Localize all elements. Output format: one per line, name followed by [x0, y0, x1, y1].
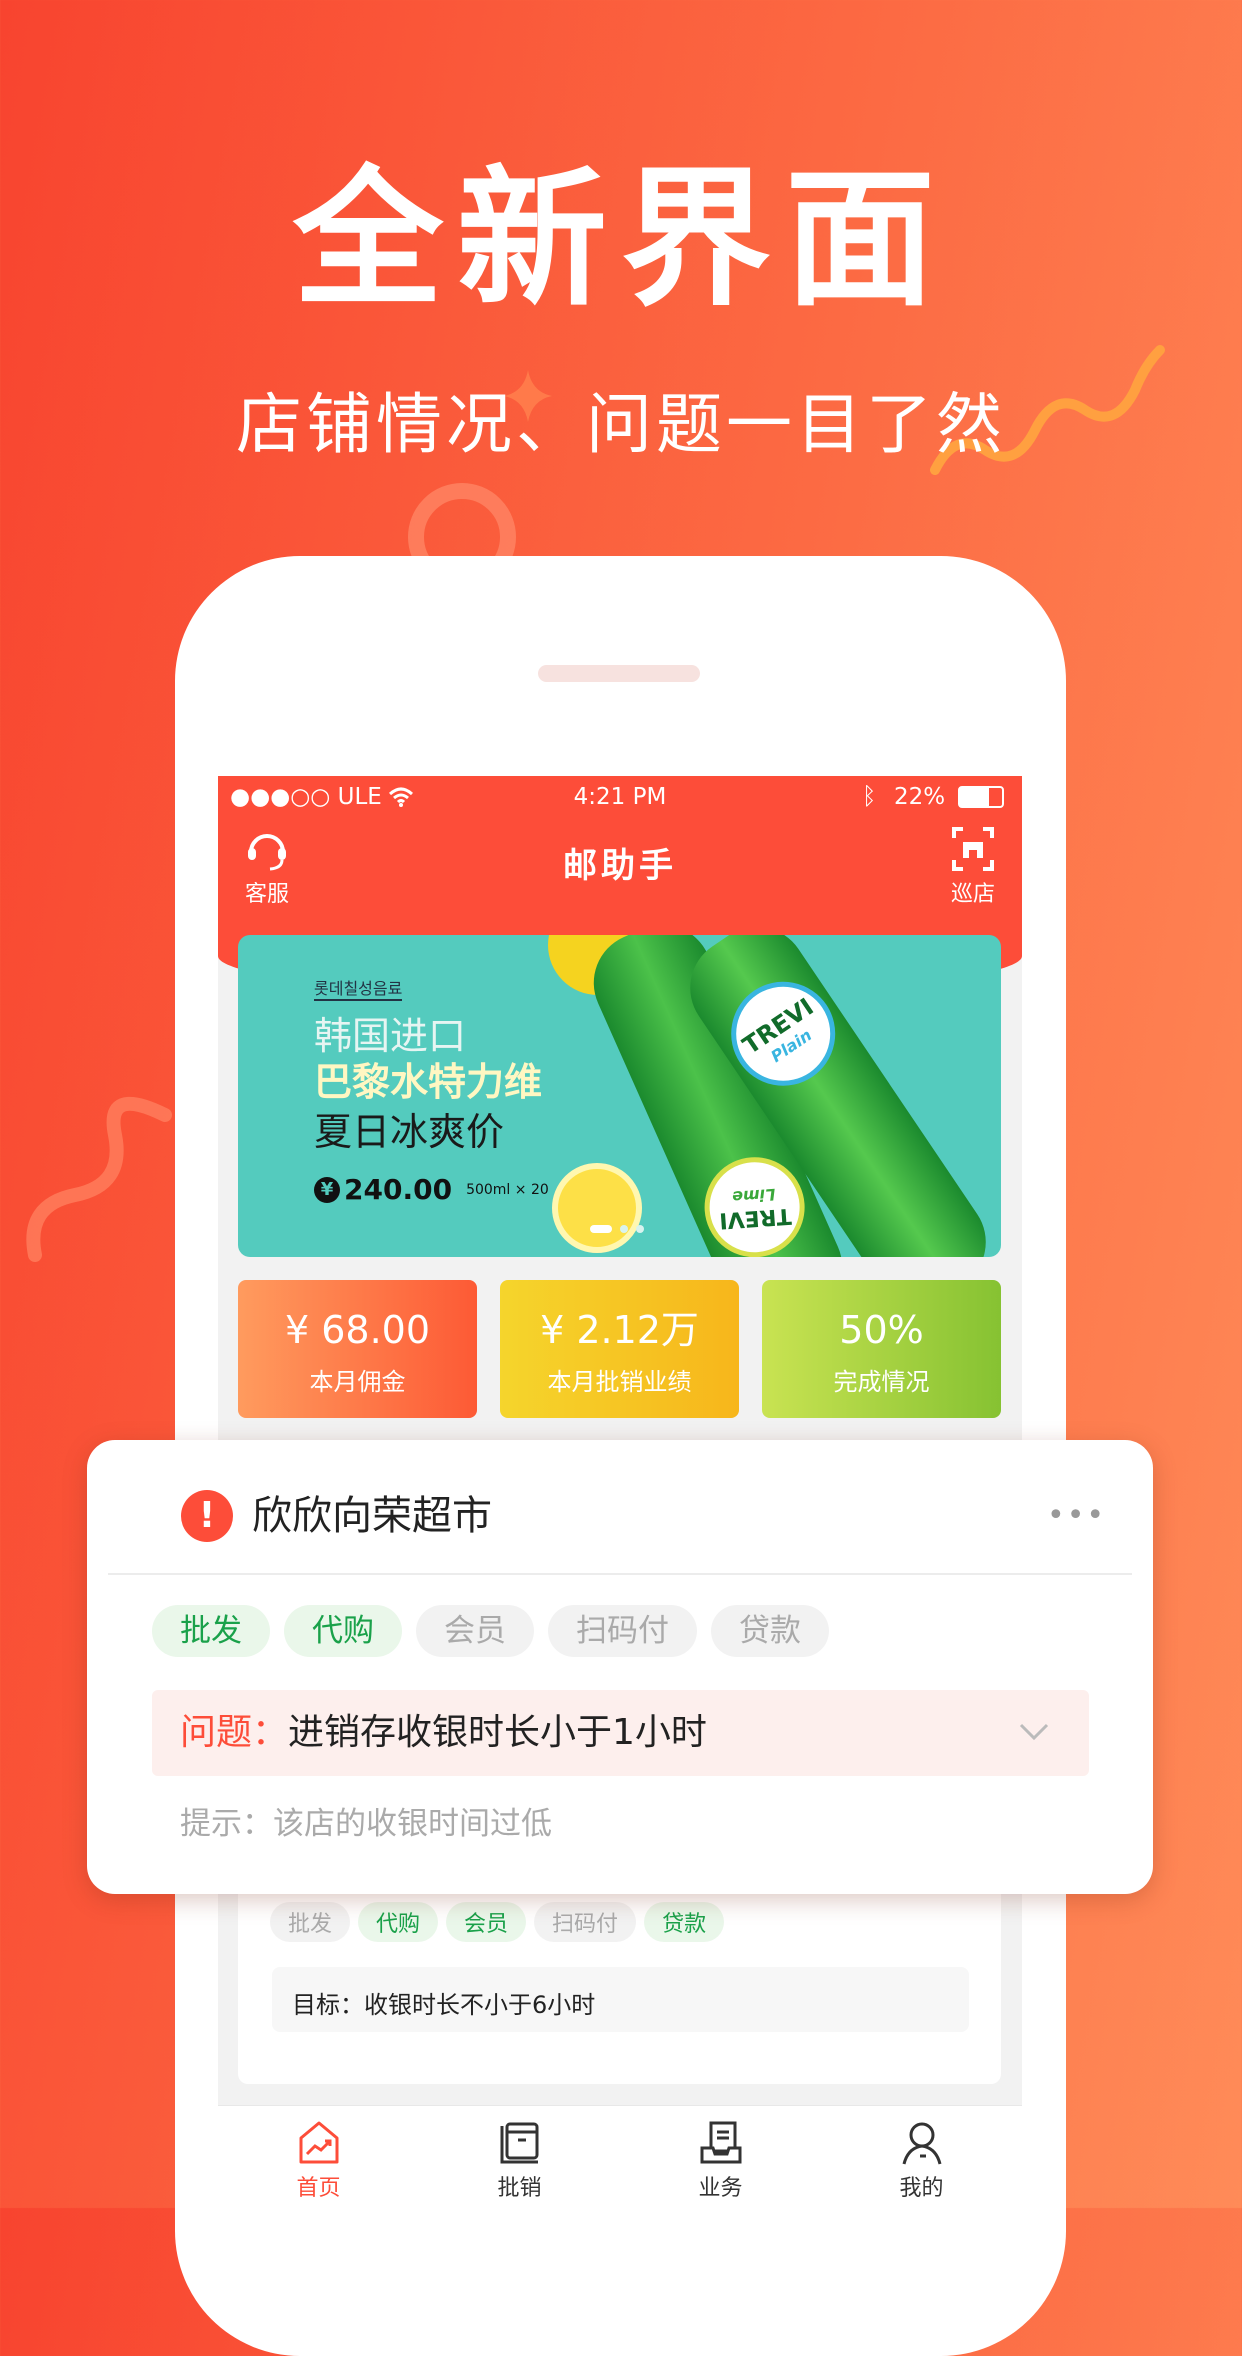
- banner-line3: 夏日冰爽价: [314, 1110, 505, 1154]
- tag-purchasing: 代购: [284, 1605, 402, 1657]
- user-icon: [902, 2122, 941, 2165]
- phone-speaker: [538, 665, 700, 682]
- tab-mine[interactable]: 我的: [821, 2106, 1022, 2208]
- store-patrol-label: 巡店: [950, 882, 995, 907]
- bluetooth-icon: ᛒ: [862, 782, 877, 810]
- hint-text: 提示：该店的收银时间过低: [180, 1806, 552, 1842]
- battery-percent: 22%: [894, 784, 946, 810]
- documents-tray-icon: [700, 2121, 741, 2164]
- alert-icon: !: [181, 1490, 233, 1542]
- hero-subtitle: 店铺情况、问题一目了然: [236, 386, 1006, 463]
- battery-icon: [958, 786, 1004, 808]
- problem-text: 进销存收银时长小于1小时: [288, 1712, 707, 1753]
- problem-row[interactable]: 问题：进销存收银时长小于1小时: [152, 1690, 1089, 1776]
- more-icon[interactable]: •••: [1047, 1498, 1106, 1533]
- tag: 贷款: [644, 1902, 725, 1942]
- tag-loan: 贷款: [711, 1605, 829, 1657]
- stat-card-wholesale[interactable]: ¥ 2.12万 本月批销业绩: [500, 1280, 739, 1418]
- box-icon: [500, 2122, 538, 2164]
- squiggle-decoration-left: [26, 1096, 172, 1262]
- banner-price: ¥ 240.00 500ml × 20: [314, 1173, 549, 1206]
- brand-logo: 롯데칠성음료: [314, 975, 403, 1001]
- tag: 批发: [270, 1902, 351, 1942]
- tag-member: 会员: [416, 1605, 534, 1657]
- app-title: 邮助手: [563, 846, 677, 886]
- store-issue-popup: ! 欣欣向荣超市 ••• 批发 代购 会员 扫码付 贷款 问题：进销存收银时长小于1小时…: [87, 1440, 1153, 1894]
- carousel-dot-active[interactable]: [590, 1225, 612, 1233]
- goal-box: 目标：收银时长不小于6小时: [272, 1967, 969, 2032]
- tag-wholesale: 批发: [152, 1605, 270, 1657]
- tab-business[interactable]: 业务: [620, 2106, 821, 2208]
- carousel-dot[interactable]: [636, 1225, 644, 1233]
- divider: [108, 1573, 1132, 1575]
- tag-scan-pay: 扫码付: [548, 1605, 697, 1657]
- tag: 代购: [358, 1902, 439, 1942]
- lemon-slice-image: [552, 1163, 642, 1253]
- service-tags: 批发 代购 会员 扫码付 贷款: [152, 1605, 843, 1657]
- hero-title: 全新界面: [292, 153, 949, 327]
- problem-label: 问题：: [180, 1712, 289, 1753]
- tag: 扫码付: [534, 1902, 637, 1942]
- chevron-down-icon[interactable]: [1019, 1722, 1049, 1742]
- store-card-tags: 批发 代购 会员 扫码付 贷款: [270, 1902, 732, 1942]
- stat-card-completion[interactable]: 50% 完成情况: [762, 1280, 1001, 1418]
- scan-store-icon: [952, 827, 994, 871]
- home-chart-icon: [299, 2121, 338, 2164]
- stat-card-commission[interactable]: ¥ 68.00 本月佣金: [238, 1280, 477, 1418]
- promo-banner[interactable]: TREVI Lime TREVI Plain 롯데칠성음료 韩国进口 巴黎水特力维…: [238, 935, 1001, 1257]
- bottle-label-lime: TREVI Lime: [701, 1153, 808, 1257]
- store-patrol-button[interactable]: 巡店: [938, 826, 1008, 908]
- tag: 会员: [446, 1902, 527, 1942]
- carousel-dots[interactable]: [590, 1225, 644, 1233]
- banner-line2: 巴黎水特力维: [314, 1060, 543, 1104]
- tab-home[interactable]: 首页: [218, 2106, 419, 2208]
- store-name: 欣欣向荣超市: [252, 1493, 492, 1539]
- carousel-dot[interactable]: [620, 1225, 628, 1233]
- status-bar: ●●●○○ ULE 4:21 PM ᛒ 22%: [218, 776, 1022, 818]
- tab-wholesale[interactable]: 批销: [419, 2106, 620, 2208]
- tab-bar: 首页 批销 业务 我的: [218, 2105, 1022, 2208]
